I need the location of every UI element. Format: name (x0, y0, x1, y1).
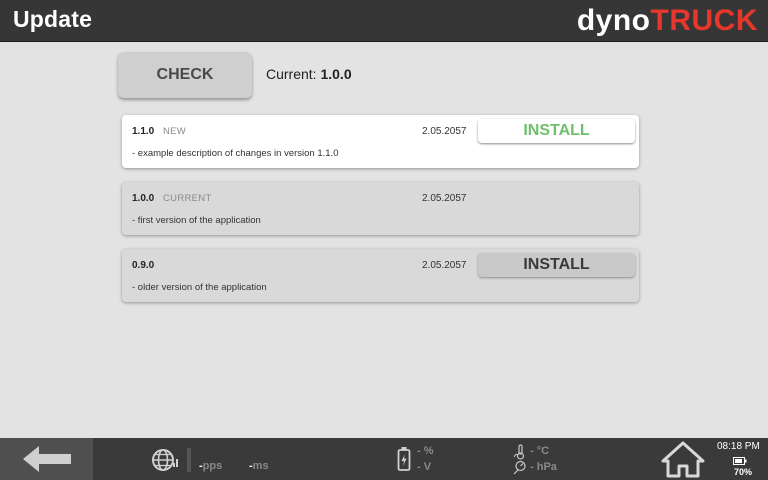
current-version-value: 1.0.0 (320, 66, 352, 82)
page-title: Update (13, 6, 93, 32)
version-description: - example description of changes in vers… (132, 148, 339, 159)
battery-percent: 70% (734, 467, 753, 477)
percent-readout: - % (417, 445, 434, 457)
version-tag-current: CURRENT (163, 193, 212, 204)
volt-unit: V (423, 461, 432, 473)
install-button-1-1-0[interactable]: INSTALL (478, 119, 635, 143)
volt-value: - (417, 461, 421, 473)
temp-unit: °C (536, 445, 550, 457)
arrow-left-icon (22, 446, 71, 472)
version-card-1-0-0: 1.0.0 CURRENT 2.05.2057 - first version … (122, 182, 639, 235)
version-card-0-9-0: 0.9.0 2.05.2057 - older version of the a… (122, 249, 639, 302)
install-button-0-9-0[interactable]: INSTALL (478, 253, 635, 277)
version-date: 2.05.2057 (422, 193, 467, 204)
temp-value: - (530, 445, 534, 457)
barometer-icon (513, 460, 526, 475)
volt-readout: - V (417, 461, 431, 473)
ms-unit: ms (252, 460, 269, 472)
logo-truck: TRUCK (650, 4, 758, 37)
app-header: Update dynoTRUCK (0, 0, 768, 42)
version-date: 2.05.2057 (422, 126, 467, 137)
battery-icon (397, 447, 411, 471)
thermometer-icon (513, 444, 525, 460)
temperature-readout: - °C (530, 445, 549, 457)
back-button[interactable] (0, 438, 93, 480)
version-tag-new: NEW (163, 126, 187, 137)
version-description: - first version of the application (132, 215, 261, 226)
signal-bar (187, 448, 191, 472)
version-number: 1.0.0 (132, 193, 155, 204)
pps-unit: pps (202, 460, 223, 472)
battery-level-icon (733, 457, 747, 465)
logo-dyno: dyno (576, 4, 651, 37)
globe-icon (152, 449, 178, 471)
version-number: 1.1.0 (132, 126, 155, 137)
current-version-label: Current: 1.0.0 (266, 66, 352, 82)
version-date: 2.05.2057 (422, 260, 467, 271)
current-label: Current: (266, 66, 317, 82)
home-icon[interactable] (660, 440, 706, 478)
check-button[interactable]: CHECK (118, 52, 252, 98)
pressure-readout: - hPa (530, 461, 557, 473)
version-card-1-1-0: 1.1.0 NEW 2.05.2057 - example descriptio… (122, 115, 639, 168)
pps-readout: -pps (199, 460, 222, 472)
pressure-value: - (530, 461, 534, 473)
percent-value: - (417, 445, 421, 457)
percent-unit: % (423, 445, 434, 457)
brand-logo: dynoTRUCK (577, 4, 758, 38)
status-bar: -pps -ms - % - V - °C - hPa 08:18 PM 70% (0, 438, 768, 480)
ms-readout: -ms (249, 460, 269, 472)
pressure-unit: hPa (536, 461, 557, 473)
clock: 08:18 PM (717, 441, 760, 452)
version-description: - older version of the application (132, 282, 267, 293)
version-number: 0.9.0 (132, 260, 155, 271)
